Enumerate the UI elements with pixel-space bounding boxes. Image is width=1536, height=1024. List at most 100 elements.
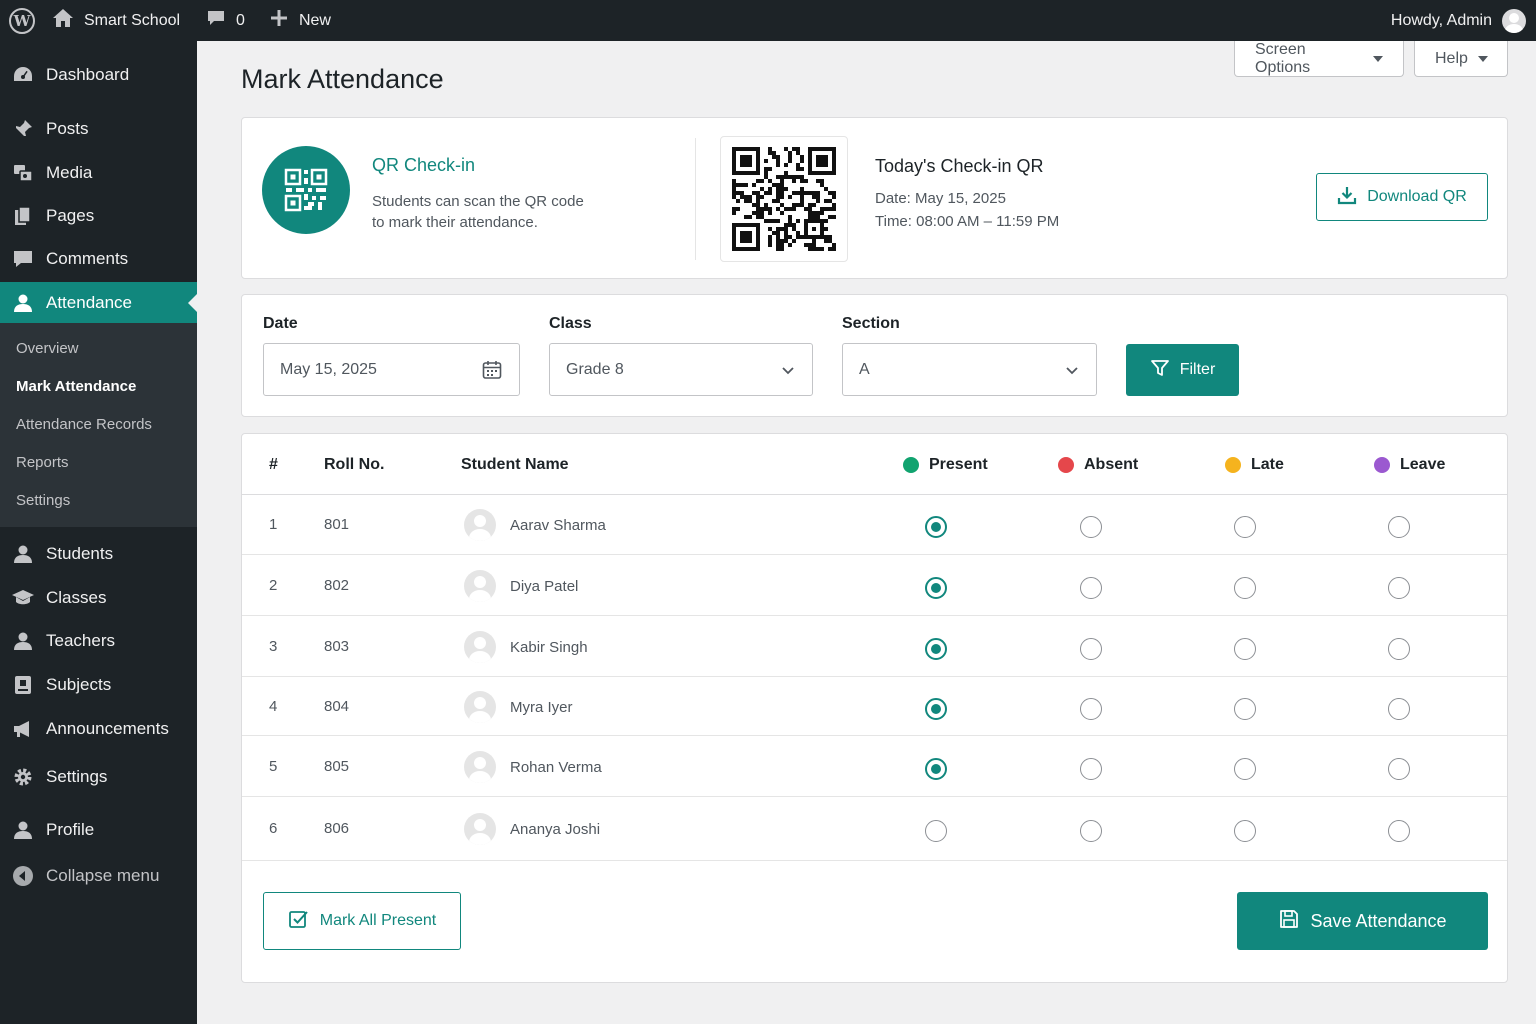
radio-present[interactable] — [925, 516, 947, 538]
screen-options-button[interactable]: Screen Options — [1234, 41, 1404, 77]
section-select[interactable]: A — [842, 343, 1097, 396]
radio-absent[interactable] — [1080, 516, 1102, 538]
radio-absent[interactable] — [1080, 698, 1102, 720]
radio-leave[interactable] — [1388, 820, 1410, 842]
date-picker[interactable]: May 15, 2025 — [263, 343, 520, 396]
sidebar-item-label: Settings — [46, 767, 108, 786]
home-icon — [52, 8, 74, 33]
comments-count: 0 — [236, 11, 245, 29]
sidebar-item-students[interactable]: Students — [0, 534, 197, 574]
late-label: Late — [1251, 456, 1284, 473]
radio-present[interactable] — [925, 698, 947, 720]
download-icon — [1337, 185, 1357, 210]
radio-absent[interactable] — [1080, 577, 1102, 599]
sidebar-item-label: Announcements — [46, 719, 169, 738]
sidebar-item-dashboard[interactable]: Dashboard — [0, 55, 197, 95]
radio-present[interactable] — [925, 820, 947, 842]
sidebar-item-label: Comments — [46, 249, 129, 268]
student-name: Kabir Singh — [510, 638, 588, 656]
table-row: 1 801 Aarav Sharma — [242, 495, 1507, 555]
comments-link[interactable]: 0 — [194, 0, 257, 41]
radio-late[interactable] — [1234, 758, 1256, 780]
radio-present[interactable] — [925, 638, 947, 660]
mark-all-present-button[interactable]: Mark All Present — [263, 892, 461, 950]
sidebar-item-announcements[interactable]: Announcements — [0, 709, 197, 749]
radio-leave[interactable] — [1388, 577, 1410, 599]
site-name-link[interactable]: Smart School — [44, 0, 194, 41]
class-label: Class — [549, 315, 592, 332]
radio-leave[interactable] — [1388, 516, 1410, 538]
filter-button[interactable]: Filter — [1126, 344, 1239, 396]
table-header: # Roll No. Student Name Present Absent L… — [242, 434, 1507, 495]
wordpress-logo-icon[interactable]: W — [0, 0, 44, 41]
sidebar-item-profile[interactable]: Profile — [0, 810, 197, 850]
submenu-item-mark-attendance[interactable]: Mark Attendance — [16, 378, 136, 395]
roll-number: 806 — [324, 820, 350, 837]
radio-late[interactable] — [1234, 638, 1256, 660]
row-number: 5 — [269, 758, 278, 775]
sidebar-item-posts[interactable]: Posts — [0, 109, 197, 149]
submenu-item-settings[interactable]: Settings — [16, 492, 70, 509]
howdy-label: Howdy, Admin — [1390, 11, 1492, 29]
submenu-item-attendance-records[interactable]: Attendance Records — [16, 416, 152, 433]
sidebar-item-label: Profile — [46, 820, 95, 839]
gear-icon — [10, 764, 36, 790]
roll-number: 803 — [324, 638, 350, 655]
sidebar-item-media[interactable]: Media — [0, 153, 197, 193]
qr-date: Date: May 15, 2025 — [875, 190, 1006, 207]
sidebar-item-comments[interactable]: Comments — [0, 239, 197, 279]
attendance-submenu: Overview Mark Attendance Attendance Reco… — [0, 323, 197, 527]
radio-absent[interactable] — [1080, 638, 1102, 660]
sidebar-item-classes[interactable]: Classes — [0, 578, 197, 618]
sidebar-item-settings[interactable]: Settings — [0, 757, 197, 797]
sidebar-item-label: Students — [46, 544, 114, 563]
submenu-item-reports[interactable]: Reports — [16, 454, 69, 471]
filter-label: Filter — [1179, 361, 1216, 378]
section-value: A — [859, 360, 870, 378]
sidebar-item-pages[interactable]: Pages — [0, 196, 197, 236]
class-select[interactable]: Grade 8 — [549, 343, 813, 396]
radio-present[interactable] — [925, 758, 947, 780]
row-number: 1 — [269, 516, 278, 533]
sidebar-item-attendance[interactable]: Attendance — [0, 282, 197, 324]
my-account-link[interactable]: Howdy, Admin — [1391, 0, 1536, 41]
leave-dot-icon — [1374, 457, 1390, 473]
radio-leave[interactable] — [1388, 698, 1410, 720]
site-name-label: Smart School — [84, 11, 181, 29]
sidebar-item-label: Dashboard — [46, 65, 130, 84]
radio-present[interactable] — [925, 577, 947, 599]
radio-absent[interactable] — [1080, 820, 1102, 842]
student-avatar — [464, 509, 496, 541]
column-header-name: Student Name — [461, 456, 569, 473]
radio-late[interactable] — [1234, 698, 1256, 720]
radio-absent[interactable] — [1080, 758, 1102, 780]
qr-heading: Today's Check-in QR — [875, 156, 1044, 176]
new-content-link[interactable]: New — [257, 0, 343, 41]
media-icon — [10, 160, 36, 186]
radio-leave[interactable] — [1388, 638, 1410, 660]
submenu-item-overview[interactable]: Overview — [16, 340, 79, 357]
qr-desc-line: Students can scan the QR code — [372, 193, 584, 210]
download-qr-button[interactable]: Download QR — [1316, 173, 1488, 221]
radio-leave[interactable] — [1388, 758, 1410, 780]
collapse-menu-button[interactable]: Collapse menu — [0, 856, 197, 896]
sidebar-item-teachers[interactable]: Teachers — [0, 621, 197, 661]
comment-icon — [206, 8, 226, 33]
radio-late[interactable] — [1234, 820, 1256, 842]
table-row: 5 805 Rohan Verma — [242, 736, 1507, 797]
page-title: Mark Attendance — [241, 64, 444, 94]
help-button[interactable]: Help — [1414, 41, 1508, 77]
student-name: Myra Iyer — [510, 698, 573, 716]
plus-icon — [269, 8, 289, 33]
megaphone-icon — [10, 716, 36, 742]
column-header-leave: Leave — [1374, 456, 1445, 474]
calendar-icon[interactable] — [481, 359, 503, 381]
radio-late[interactable] — [1234, 577, 1256, 599]
attendance-table-card: # Roll No. Student Name Present Absent L… — [241, 433, 1508, 983]
sidebar-item-label: Teachers — [46, 631, 115, 650]
roll-number: 805 — [324, 758, 350, 775]
pages-icon — [10, 203, 36, 229]
save-attendance-button[interactable]: Save Attendance — [1237, 892, 1488, 950]
sidebar-item-subjects[interactable]: Subjects — [0, 665, 197, 705]
radio-late[interactable] — [1234, 516, 1256, 538]
